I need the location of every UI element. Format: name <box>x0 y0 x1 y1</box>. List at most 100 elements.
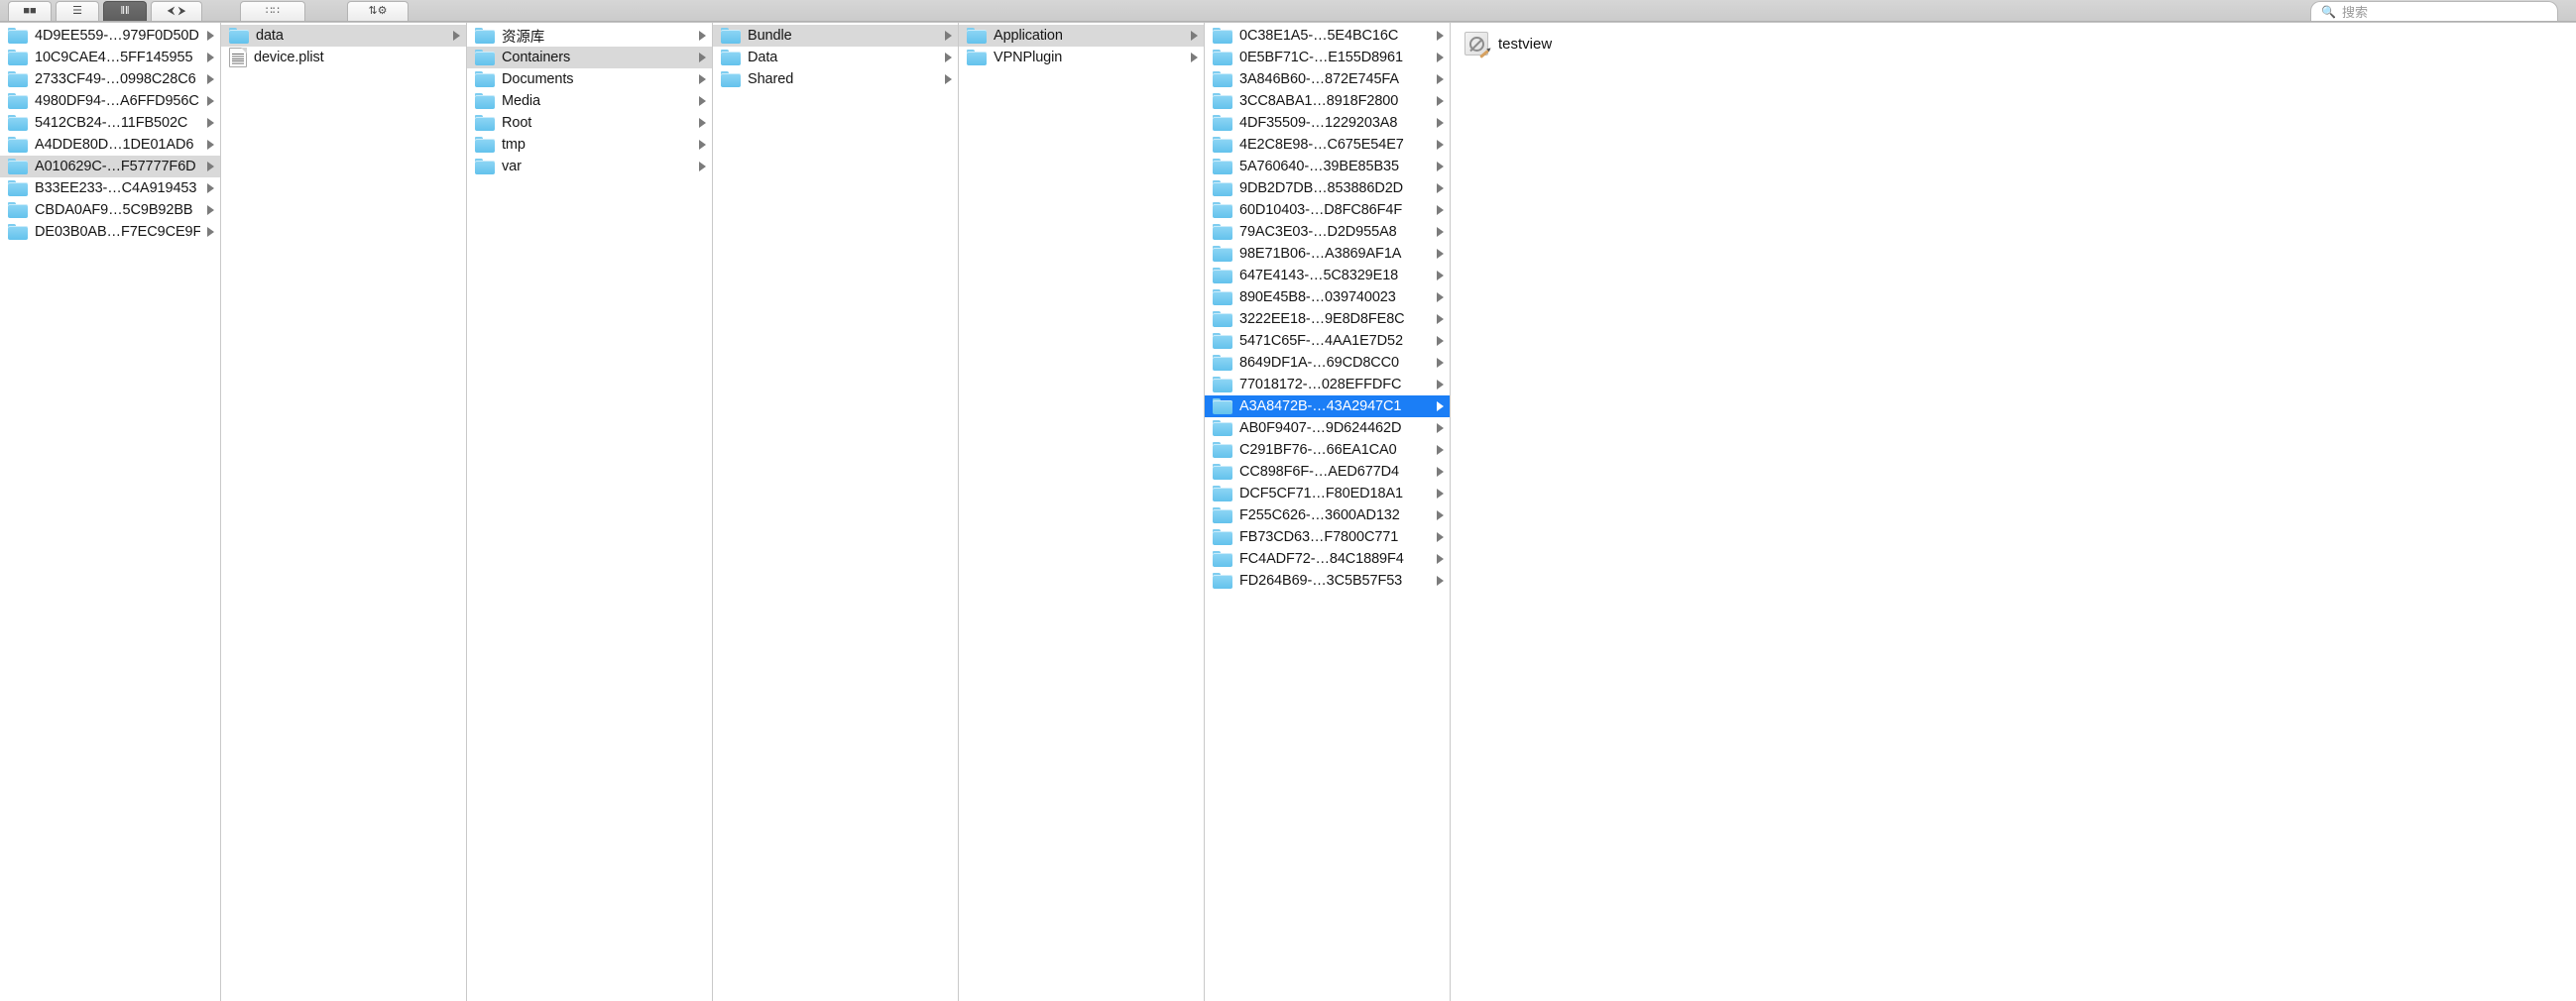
list-item[interactable]: 资源库 <box>467 25 712 47</box>
list-item[interactable]: 4D9EE559-…979F0D50D <box>0 25 220 47</box>
coverflow-view-button[interactable]: ⮜ ⮞ <box>151 1 202 21</box>
chevron-right-icon[interactable] <box>1437 249 1444 259</box>
arrange-button[interactable]: ∷∷ <box>240 1 305 21</box>
chevron-right-icon[interactable] <box>699 96 706 106</box>
chevron-right-icon[interactable] <box>1437 292 1444 302</box>
chevron-right-icon[interactable] <box>207 183 214 193</box>
chevron-right-icon[interactable] <box>945 74 952 84</box>
chevron-right-icon[interactable] <box>1437 401 1444 411</box>
chevron-right-icon[interactable] <box>1437 227 1444 237</box>
chevron-right-icon[interactable] <box>207 205 214 215</box>
chevron-right-icon[interactable] <box>1437 554 1444 564</box>
chevron-right-icon[interactable] <box>207 74 214 84</box>
list-item[interactable]: 10C9CAE4…5FF145955 <box>0 47 220 68</box>
list-item[interactable]: 0E5BF71C-…E155D8961 <box>1205 47 1450 68</box>
list-item[interactable]: device.plist <box>221 47 466 68</box>
chevron-right-icon[interactable] <box>699 118 706 128</box>
view-mode-segmented-control[interactable]: ■■ ☰ ‖‖ ⮜ ⮞ <box>8 0 202 21</box>
chevron-right-icon[interactable] <box>945 31 952 41</box>
chevron-right-icon[interactable] <box>207 31 214 41</box>
list-item[interactable]: 4980DF94-…A6FFD956C <box>0 90 220 112</box>
list-item[interactable]: 98E71B06-…A3869AF1A <box>1205 243 1450 265</box>
chevron-right-icon[interactable] <box>207 118 214 128</box>
chevron-right-icon[interactable] <box>1437 205 1444 215</box>
chevron-right-icon[interactable] <box>207 140 214 150</box>
column-containers[interactable]: Bundle Data Shared <box>713 23 959 1001</box>
list-item[interactable]: Application <box>959 25 1204 47</box>
list-item[interactable]: 3222EE18-…9E8D8FE8C <box>1205 308 1450 330</box>
chevron-right-icon[interactable] <box>1437 423 1444 433</box>
list-item[interactable]: 5412CB24-…11FB502C <box>0 112 220 134</box>
column-application[interactable]: 0C38E1A5-…5E4BC16C 0E5BF71C-…E155D8961 3A8… <box>1205 23 1451 1001</box>
list-item[interactable]: CC898F6F-…AED677D4 <box>1205 461 1450 483</box>
list-item[interactable]: 4E2C8E98-…C675E54E7 <box>1205 134 1450 156</box>
chevron-right-icon[interactable] <box>1437 489 1444 499</box>
list-item[interactable]: 8649DF1A-…69CD8CC0 <box>1205 352 1450 374</box>
list-item[interactable]: 77018172-…028EFFDFC <box>1205 374 1450 395</box>
column-view-button[interactable]: ‖‖ <box>103 1 147 21</box>
list-item[interactable]: tmp <box>467 134 712 156</box>
list-item[interactable]: FD264B69-…3C5B57F53 <box>1205 570 1450 592</box>
list-item[interactable]: 3CC8ABA1…8918F2800 <box>1205 90 1450 112</box>
chevron-right-icon[interactable] <box>1437 358 1444 368</box>
list-item[interactable]: 3A846B60-…872E745FA <box>1205 68 1450 90</box>
chevron-right-icon[interactable] <box>207 53 214 62</box>
chevron-right-icon[interactable] <box>1437 336 1444 346</box>
chevron-right-icon[interactable] <box>1437 31 1444 41</box>
chevron-right-icon[interactable] <box>207 96 214 106</box>
list-item[interactable]: A010629C-…F57777F6D <box>0 156 220 177</box>
chevron-right-icon[interactable] <box>1437 467 1444 477</box>
list-item[interactable]: A4DDE80D…1DE01AD6 <box>0 134 220 156</box>
chevron-right-icon[interactable] <box>1437 445 1444 455</box>
chevron-right-icon[interactable] <box>1191 53 1198 62</box>
chevron-right-icon[interactable] <box>453 31 460 41</box>
chevron-right-icon[interactable] <box>1191 31 1198 41</box>
chevron-right-icon[interactable] <box>1437 53 1444 62</box>
list-view-button[interactable]: ☰ <box>56 1 99 21</box>
list-item[interactable]: A3A8472B-…43A2947C1 <box>1205 395 1450 417</box>
list-item[interactable]: data <box>221 25 466 47</box>
list-item[interactable]: VPNPlugin <box>959 47 1204 68</box>
chevron-right-icon[interactable] <box>1437 314 1444 324</box>
chevron-right-icon[interactable] <box>945 53 952 62</box>
preview-item[interactable]: testview <box>1451 31 2576 58</box>
chevron-right-icon[interactable] <box>699 140 706 150</box>
chevron-right-icon[interactable] <box>1437 183 1444 193</box>
chevron-right-icon[interactable] <box>207 162 214 171</box>
chevron-right-icon[interactable] <box>699 53 706 62</box>
chevron-right-icon[interactable] <box>1437 140 1444 150</box>
chevron-right-icon[interactable] <box>699 74 706 84</box>
list-item[interactable]: Shared <box>713 68 958 90</box>
list-item[interactable]: CBDA0AF9…5C9B92BB <box>0 199 220 221</box>
column-data[interactable]: 资源库 Containers Documents Media Root tmp var <box>467 23 713 1001</box>
list-item[interactable]: 79AC3E03-…D2D955A8 <box>1205 221 1450 243</box>
list-item[interactable]: Containers <box>467 47 712 68</box>
list-item[interactable]: FC4ADF72-…84C1889F4 <box>1205 548 1450 570</box>
list-item[interactable]: 2733CF49-…0998C28C6 <box>0 68 220 90</box>
list-item[interactable]: 9DB2D7DB…853886D2D <box>1205 177 1450 199</box>
list-item[interactable]: DE03B0AB…F7EC9CE9F <box>0 221 220 243</box>
list-item[interactable]: DCF5CF71…F80ED18A1 <box>1205 483 1450 504</box>
chevron-right-icon[interactable] <box>1437 118 1444 128</box>
list-item[interactable]: Root <box>467 112 712 134</box>
chevron-right-icon[interactable] <box>207 227 214 237</box>
list-item[interactable]: FB73CD63…F7800C771 <box>1205 526 1450 548</box>
list-item[interactable]: F255C626-…3600AD132 <box>1205 504 1450 526</box>
list-item[interactable]: 647E4143-…5C8329E18 <box>1205 265 1450 286</box>
icon-view-button[interactable]: ■■ <box>8 1 52 21</box>
column-bundle[interactable]: Application VPNPlugin <box>959 23 1205 1001</box>
chevron-right-icon[interactable] <box>1437 532 1444 542</box>
chevron-right-icon[interactable] <box>1437 96 1444 106</box>
list-item[interactable]: 5A760640-…39BE85B35 <box>1205 156 1450 177</box>
search-field[interactable]: 🔍 搜索 <box>2310 1 2558 21</box>
list-item[interactable]: var <box>467 156 712 177</box>
list-item[interactable]: 0C38E1A5-…5E4BC16C <box>1205 25 1450 47</box>
list-item[interactable]: 5471C65F-…4AA1E7D52 <box>1205 330 1450 352</box>
list-item[interactable]: B33EE233-…C4A919453 <box>0 177 220 199</box>
column-devices[interactable]: 4D9EE559-…979F0D50D 10C9CAE4…5FF145955 273… <box>0 23 221 1001</box>
list-item[interactable]: AB0F9407-…9D624462D <box>1205 417 1450 439</box>
chevron-right-icon[interactable] <box>699 31 706 41</box>
list-item[interactable]: Data <box>713 47 958 68</box>
list-item[interactable]: Media <box>467 90 712 112</box>
chevron-right-icon[interactable] <box>1437 271 1444 280</box>
